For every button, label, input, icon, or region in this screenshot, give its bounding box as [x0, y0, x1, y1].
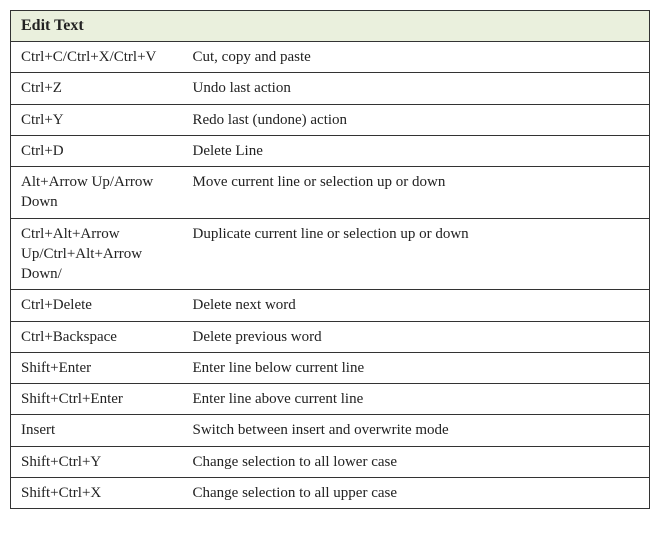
table-row: Ctrl+Alt+Arrow Up/Ctrl+Alt+Arrow Down/ D… [11, 218, 650, 290]
table-row: Shift+Ctrl+X Change selection to all upp… [11, 477, 650, 508]
table-row: Ctrl+C/Ctrl+X/Ctrl+V Cut, copy and paste [11, 42, 650, 73]
description-cell: Enter line below current line [189, 352, 650, 383]
table-row: Ctrl+Backspace Delete previous word [11, 321, 650, 352]
description-cell: Switch between insert and overwrite mode [189, 415, 650, 446]
table-row: Ctrl+Y Redo last (undone) action [11, 104, 650, 135]
description-cell: Redo last (undone) action [189, 104, 650, 135]
shortcut-cell: Ctrl+Delete [11, 290, 189, 321]
shortcut-cell: Ctrl+D [11, 135, 189, 166]
shortcut-cell: Ctrl+C/Ctrl+X/Ctrl+V [11, 42, 189, 73]
table-row: Ctrl+Delete Delete next word [11, 290, 650, 321]
table-body: Ctrl+C/Ctrl+X/Ctrl+V Cut, copy and paste… [11, 42, 650, 509]
table-row: Shift+Ctrl+Enter Enter line above curren… [11, 384, 650, 415]
table-row: Insert Switch between insert and overwri… [11, 415, 650, 446]
description-cell: Enter line above current line [189, 384, 650, 415]
shortcut-cell: Shift+Ctrl+Y [11, 446, 189, 477]
description-cell: Change selection to all upper case [189, 477, 650, 508]
table-header-row: Edit Text [11, 11, 650, 42]
table-row: Alt+Arrow Up/Arrow Down Move current lin… [11, 167, 650, 219]
table-row: Shift+Ctrl+Y Change selection to all low… [11, 446, 650, 477]
description-cell: Move current line or selection up or dow… [189, 167, 650, 219]
description-cell: Undo last action [189, 73, 650, 104]
shortcut-cell: Shift+Ctrl+X [11, 477, 189, 508]
description-cell: Delete previous word [189, 321, 650, 352]
shortcuts-table: Edit Text Ctrl+C/Ctrl+X/Ctrl+V Cut, copy… [10, 10, 650, 509]
shortcut-cell: Shift+Enter [11, 352, 189, 383]
table-row: Shift+Enter Enter line below current lin… [11, 352, 650, 383]
description-cell: Delete next word [189, 290, 650, 321]
shortcut-cell: Shift+Ctrl+Enter [11, 384, 189, 415]
shortcut-cell: Insert [11, 415, 189, 446]
shortcut-cell: Alt+Arrow Up/Arrow Down [11, 167, 189, 219]
shortcut-cell: Ctrl+Alt+Arrow Up/Ctrl+Alt+Arrow Down/ [11, 218, 189, 290]
description-cell: Delete Line [189, 135, 650, 166]
table-row: Ctrl+D Delete Line [11, 135, 650, 166]
shortcut-cell: Ctrl+Z [11, 73, 189, 104]
table-title: Edit Text [11, 11, 650, 42]
description-cell: Duplicate current line or selection up o… [189, 218, 650, 290]
shortcut-cell: Ctrl+Backspace [11, 321, 189, 352]
description-cell: Cut, copy and paste [189, 42, 650, 73]
description-cell: Change selection to all lower case [189, 446, 650, 477]
table-row: Ctrl+Z Undo last action [11, 73, 650, 104]
shortcut-cell: Ctrl+Y [11, 104, 189, 135]
